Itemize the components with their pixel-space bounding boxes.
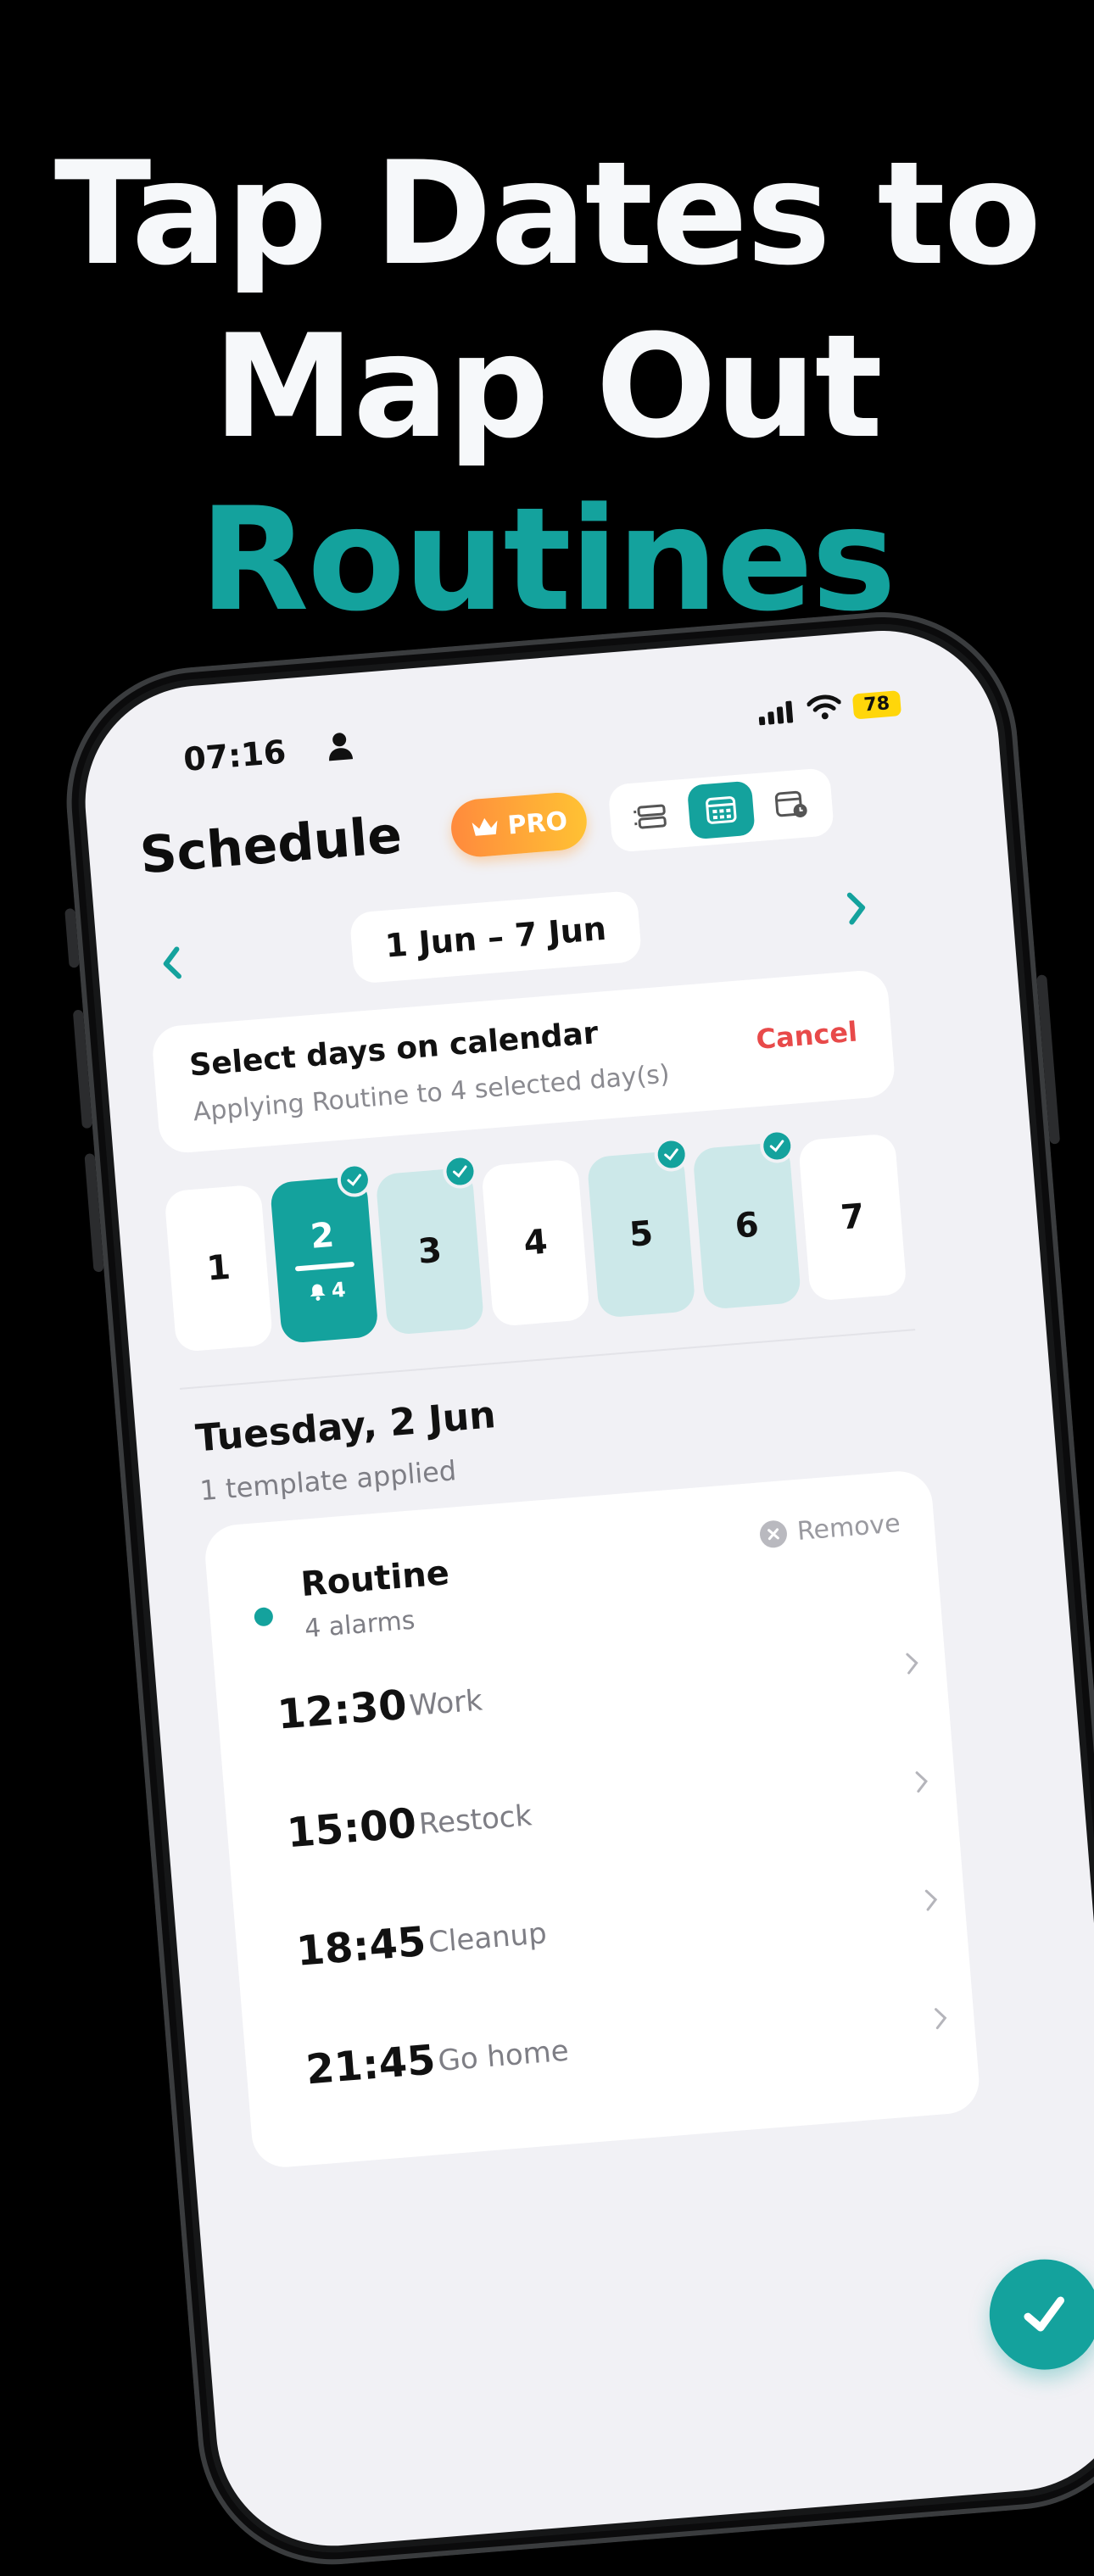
day-cell-6[interactable]: 6 bbox=[692, 1141, 801, 1310]
crown-icon bbox=[470, 816, 500, 840]
next-week-chevron-icon[interactable] bbox=[840, 889, 872, 928]
chevron-right-icon bbox=[913, 1768, 930, 1794]
day-alarm-count: 4 bbox=[307, 1278, 347, 1304]
day-number: 4 bbox=[522, 1223, 549, 1263]
calendar-view-button[interactable] bbox=[687, 781, 756, 840]
selected-day-title: Tuesday, 2 Jun bbox=[194, 1393, 498, 1460]
person-icon bbox=[327, 731, 354, 761]
chevron-right-icon bbox=[923, 1887, 940, 1913]
calendar-view-icon bbox=[703, 795, 740, 826]
confirm-fab-button[interactable] bbox=[985, 2255, 1094, 2374]
day-cell-7[interactable]: 7 bbox=[798, 1133, 907, 1302]
day-number: 5 bbox=[628, 1214, 654, 1255]
day-number: 2 bbox=[309, 1216, 335, 1257]
list-view-icon bbox=[633, 800, 669, 832]
list-view-button[interactable] bbox=[617, 786, 685, 845]
alarm-row[interactable]: 21:45 Go home bbox=[304, 1987, 952, 2115]
close-circle-icon bbox=[759, 1519, 788, 1548]
alarm-row[interactable]: 15:00 Restock bbox=[284, 1750, 933, 1878]
alarm-label: Cleanup bbox=[427, 1916, 548, 1960]
select-days-banner: Select days on calendar Applying Routine… bbox=[151, 968, 896, 1154]
day-cell-1[interactable]: 1 bbox=[164, 1184, 273, 1352]
checkmark-icon bbox=[345, 1173, 363, 1188]
checkmark-icon bbox=[662, 1147, 680, 1163]
check-badge bbox=[336, 1162, 372, 1198]
cancel-button[interactable]: Cancel bbox=[755, 1015, 858, 1055]
cellular-signal-icon bbox=[757, 700, 796, 725]
today-underline bbox=[295, 1262, 354, 1272]
checkmark-icon bbox=[768, 1139, 786, 1154]
pro-upgrade-button[interactable]: PRO bbox=[449, 790, 589, 859]
check-badge bbox=[653, 1136, 689, 1173]
day-number: 7 bbox=[840, 1197, 866, 1238]
phone-mockup: 07:16 78 Schedule PRO bbox=[76, 622, 1094, 2555]
day-cell-2[interactable]: 2 4 bbox=[270, 1175, 379, 1344]
bell-icon bbox=[307, 1282, 327, 1302]
alarm-time: 12:30 bbox=[276, 1681, 409, 1739]
day-number: 6 bbox=[734, 1206, 760, 1246]
wifi-icon bbox=[807, 694, 842, 722]
remove-label: Remove bbox=[796, 1508, 901, 1547]
routine-name: Routine bbox=[299, 1553, 450, 1604]
alarm-label: Work bbox=[408, 1683, 483, 1723]
day-cell-5[interactable]: 5 bbox=[587, 1150, 696, 1319]
alarm-count-value: 4 bbox=[331, 1278, 347, 1302]
calendar-clock-view-button[interactable] bbox=[757, 775, 826, 834]
day-number: 3 bbox=[416, 1231, 443, 1272]
day-cell-4[interactable]: 4 bbox=[481, 1158, 590, 1327]
remove-routine-button[interactable]: Remove bbox=[759, 1508, 901, 1549]
alarm-time: 15:00 bbox=[285, 1799, 418, 1857]
alarm-time: 18:45 bbox=[294, 1918, 427, 1976]
page-title: Schedule bbox=[138, 806, 405, 886]
selected-day-subtitle: 1 template applied bbox=[198, 1454, 457, 1507]
checkmark-icon bbox=[1019, 2293, 1070, 2335]
routine-color-dot bbox=[254, 1607, 274, 1627]
alarm-row[interactable]: 18:45 Cleanup bbox=[294, 1868, 943, 1996]
day-cell-3[interactable]: 3 bbox=[375, 1167, 484, 1335]
headline: Tap Dates to Map Out Routines bbox=[0, 127, 1094, 646]
alarm-time: 21:45 bbox=[304, 2036, 438, 2094]
alarm-label: Restock bbox=[418, 1798, 533, 1842]
pro-label: PRO bbox=[506, 806, 568, 841]
app-screen: 07:16 78 Schedule PRO bbox=[76, 622, 1094, 2555]
headline-line-2: Map Out bbox=[0, 300, 1094, 473]
chevron-right-icon bbox=[932, 2005, 949, 2032]
previous-week-chevron-icon[interactable] bbox=[156, 944, 187, 984]
routine-card: Routine 4 alarms Remove 12:30 Work 15:00… bbox=[203, 1469, 981, 2170]
view-toggle bbox=[608, 767, 835, 853]
headline-line-1: Tap Dates to bbox=[0, 127, 1094, 300]
calendar-clock-icon bbox=[773, 789, 810, 820]
alarm-row[interactable]: 12:30 Work bbox=[275, 1631, 924, 1759]
week-range-label[interactable]: 1 Jun – 7 Jun bbox=[349, 890, 643, 984]
status-time: 07:16 bbox=[182, 733, 287, 778]
alarm-label: Go home bbox=[437, 2034, 570, 2078]
chevron-right-icon bbox=[904, 1650, 921, 1676]
day-number: 1 bbox=[205, 1248, 232, 1289]
checkmark-icon bbox=[451, 1164, 469, 1179]
battery-indicator: 78 bbox=[852, 690, 901, 719]
routine-alarm-count: 4 alarms bbox=[304, 1606, 416, 1644]
check-badge bbox=[759, 1128, 795, 1164]
check-badge bbox=[442, 1153, 478, 1190]
